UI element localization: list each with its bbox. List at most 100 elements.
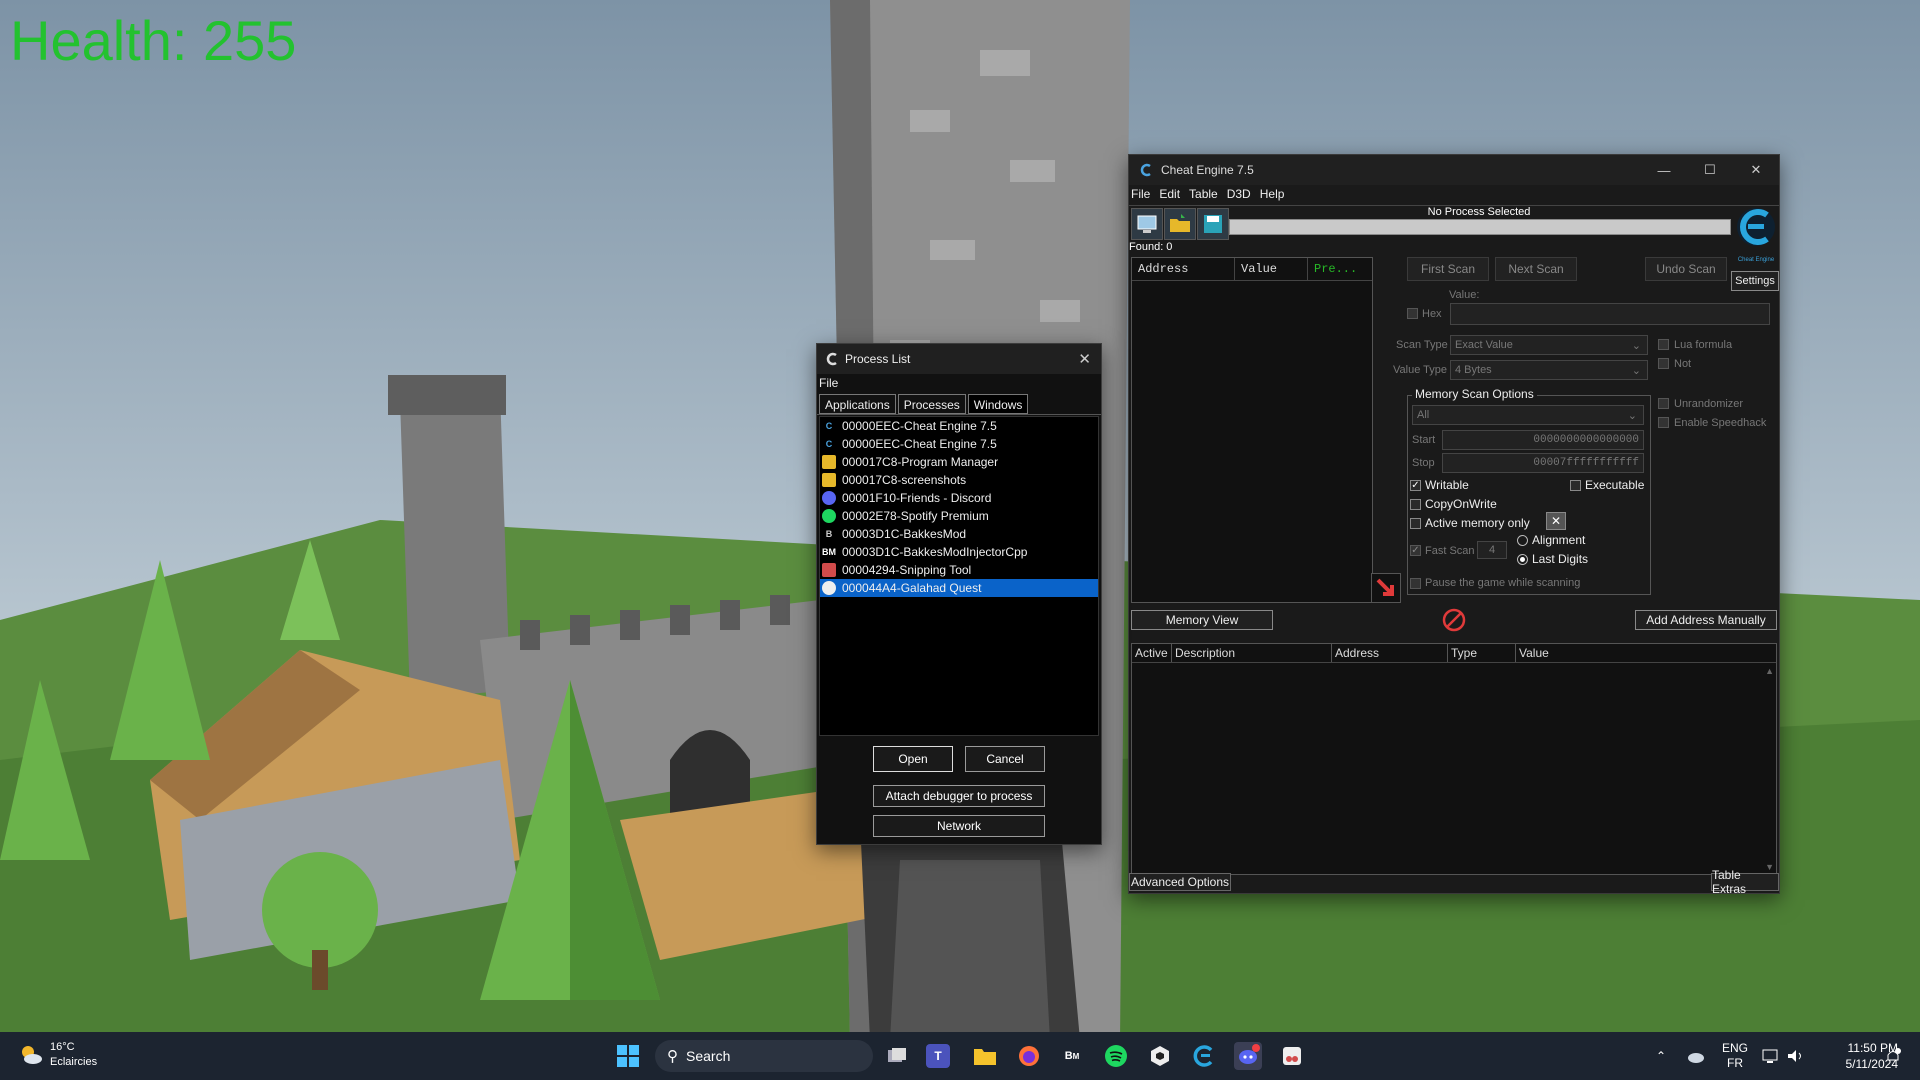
- region-select[interactable]: All ⌄: [1412, 405, 1644, 425]
- found-address-list[interactable]: Address Value Pre...: [1131, 257, 1373, 603]
- onedrive-icon[interactable]: [1686, 1032, 1706, 1080]
- list-item[interactable]: 000017C8-screenshots: [820, 471, 1098, 489]
- weather-widget[interactable]: 16°C Eclaircies: [18, 1040, 97, 1070]
- spotify-icon[interactable]: [1102, 1042, 1130, 1070]
- next-scan-button[interactable]: Next Scan: [1495, 257, 1577, 281]
- process-list-menu-file[interactable]: File: [817, 374, 1101, 392]
- clear-icon[interactable]: ✕: [1546, 512, 1566, 530]
- network-button[interactable]: Network: [873, 815, 1045, 837]
- menu-file[interactable]: File: [1129, 185, 1157, 205]
- col-table-address[interactable]: Address: [1332, 644, 1448, 662]
- last-digits-radio[interactable]: [1517, 554, 1528, 565]
- load-table-button[interactable]: [1164, 208, 1196, 240]
- first-scan-button[interactable]: First Scan: [1407, 257, 1489, 281]
- firefox-icon[interactable]: [1015, 1042, 1043, 1070]
- network-icon[interactable]: [1762, 1032, 1780, 1080]
- fast-scan-input[interactable]: 4: [1477, 541, 1507, 559]
- process-list-title-bar[interactable]: Process List ✕: [817, 344, 1101, 374]
- alignment-radio[interactable]: [1517, 535, 1528, 546]
- stop-icon[interactable]: [1441, 607, 1467, 633]
- cheat-engine-window[interactable]: Cheat Engine 7.5 — ☐ ✕ File Edit Table D…: [1128, 154, 1780, 896]
- task-view-icon[interactable]: [883, 1042, 911, 1070]
- unity-icon: [822, 581, 836, 595]
- list-item[interactable]: 000044A4-Galahad Quest: [820, 579, 1098, 597]
- col-description[interactable]: Description: [1172, 644, 1332, 662]
- process-list-dialog[interactable]: Process List ✕ File Applications Process…: [816, 343, 1102, 845]
- volume-icon[interactable]: [1786, 1032, 1804, 1080]
- start-button[interactable]: [614, 1042, 642, 1070]
- cancel-button[interactable]: Cancel: [965, 746, 1045, 772]
- list-item[interactable]: 000017C8-Program Manager: [820, 453, 1098, 471]
- col-table-value[interactable]: Value: [1516, 644, 1776, 662]
- list-item[interactable]: BM 00003D1C-BakkesModInjectorCpp: [820, 543, 1098, 561]
- list-item[interactable]: B 00003D1C-BakkesMod: [820, 525, 1098, 543]
- active-memory-checkbox[interactable]: [1410, 518, 1421, 529]
- stop-address-input[interactable]: 00007fffffffffff: [1442, 453, 1644, 473]
- process-listbox[interactable]: C 00000EEC-Cheat Engine 7.5 C 00000EEC-Che…: [819, 416, 1099, 736]
- hex-checkbox[interactable]: [1407, 308, 1418, 319]
- executable-checkbox[interactable]: [1570, 480, 1581, 491]
- attach-debugger-button[interactable]: Attach debugger to process: [873, 785, 1045, 807]
- undo-scan-button[interactable]: Undo Scan: [1645, 257, 1727, 281]
- taskbar-search[interactable]: ⚲ Search: [655, 1040, 873, 1072]
- menu-edit[interactable]: Edit: [1157, 185, 1187, 205]
- teams-icon[interactable]: T: [926, 1044, 950, 1068]
- list-item[interactable]: C 00000EEC-Cheat Engine 7.5: [820, 435, 1098, 453]
- not-checkbox[interactable]: [1658, 358, 1669, 369]
- bakkesmod-icon[interactable]: BM: [1058, 1042, 1086, 1070]
- unrandomizer-checkbox[interactable]: [1658, 398, 1669, 409]
- unity-icon[interactable]: [1146, 1042, 1174, 1070]
- show-hidden-icons-chevron[interactable]: ⌃: [1656, 1032, 1666, 1080]
- menu-d3d[interactable]: D3D: [1225, 185, 1258, 205]
- value-type-select[interactable]: 4 Bytes ⌄: [1450, 360, 1648, 380]
- snipping-tool-icon[interactable]: [1278, 1042, 1306, 1070]
- notification-icon[interactable]: [1884, 1032, 1902, 1080]
- minimize-icon[interactable]: —: [1641, 155, 1687, 185]
- list-item[interactable]: C 00000EEC-Cheat Engine 7.5: [820, 417, 1098, 435]
- close-icon[interactable]: ✕: [1078, 350, 1091, 368]
- col-value[interactable]: Value: [1235, 258, 1308, 280]
- value-input[interactable]: [1450, 303, 1770, 325]
- col-active[interactable]: Active: [1132, 644, 1172, 662]
- menu-table[interactable]: Table: [1187, 185, 1225, 205]
- save-table-button[interactable]: [1197, 208, 1229, 240]
- memory-view-button[interactable]: Memory View: [1131, 610, 1273, 630]
- col-previous[interactable]: Pre...: [1308, 258, 1370, 280]
- add-address-manually-button[interactable]: Add Address Manually: [1635, 610, 1777, 630]
- open-button[interactable]: Open: [873, 746, 953, 772]
- list-item[interactable]: 00004294-Snipping Tool: [820, 561, 1098, 579]
- table-extras-button[interactable]: Table Extras: [1711, 868, 1779, 896]
- pause-game-checkbox[interactable]: [1410, 578, 1421, 589]
- file-explorer-icon[interactable]: [971, 1042, 999, 1070]
- list-item[interactable]: 00001F10-Friends - Discord: [820, 489, 1098, 507]
- tab-applications[interactable]: Applications: [819, 394, 896, 414]
- col-address[interactable]: Address: [1132, 258, 1235, 280]
- add-to-list-button[interactable]: [1371, 573, 1401, 603]
- ce-title-bar[interactable]: Cheat Engine 7.5 — ☐ ✕: [1129, 155, 1779, 185]
- cheat-engine-logo[interactable]: Cheat Engine: [1734, 203, 1778, 265]
- language-bottom: FR: [1727, 1056, 1743, 1070]
- tab-processes[interactable]: Processes: [897, 394, 966, 414]
- col-type[interactable]: Type: [1448, 644, 1516, 662]
- cheat-engine-icon[interactable]: [1190, 1042, 1218, 1070]
- arrow-down-right-icon: [1376, 578, 1394, 596]
- open-process-button[interactable]: [1131, 208, 1163, 240]
- cheat-table[interactable]: Active Description Address Type Value ▲ …: [1131, 643, 1777, 875]
- writable-checkbox[interactable]: ✓: [1410, 480, 1421, 491]
- settings-button[interactable]: Settings: [1731, 271, 1779, 291]
- copy-on-write-checkbox[interactable]: [1410, 499, 1421, 510]
- tab-windows[interactable]: Windows: [967, 394, 1029, 414]
- speedhack-checkbox[interactable]: [1658, 417, 1669, 428]
- list-item[interactable]: 00002E78-Spotify Premium: [820, 507, 1098, 525]
- maximize-icon[interactable]: ☐: [1687, 155, 1733, 185]
- advanced-options-button[interactable]: Advanced Options: [1129, 873, 1231, 891]
- close-icon[interactable]: ✕: [1733, 155, 1779, 185]
- scroll-up-icon[interactable]: ▲: [1765, 666, 1774, 676]
- start-address-input[interactable]: 0000000000000000: [1442, 430, 1644, 450]
- scan-type-select[interactable]: Exact Value ⌄: [1450, 335, 1648, 355]
- language-indicator[interactable]: ENG FR: [1722, 1032, 1748, 1080]
- menu-help[interactable]: Help: [1258, 185, 1292, 205]
- lua-formula-checkbox[interactable]: [1658, 339, 1669, 350]
- fast-scan-checkbox[interactable]: ✓: [1410, 545, 1421, 556]
- discord-icon[interactable]: [1234, 1042, 1262, 1070]
